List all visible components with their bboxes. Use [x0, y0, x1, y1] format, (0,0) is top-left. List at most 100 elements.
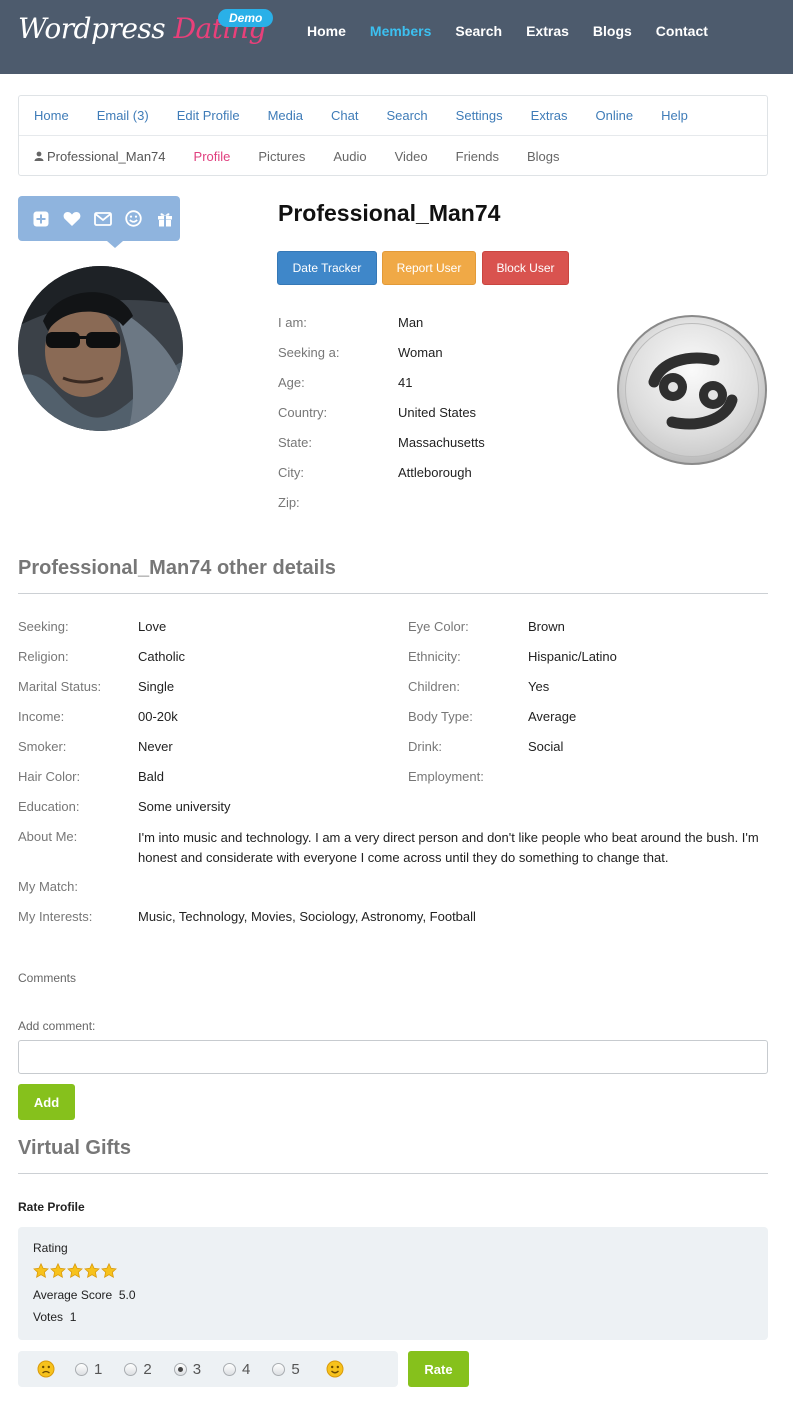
rate-option-2[interactable]: 2: [124, 1361, 152, 1378]
info-label: I am:: [278, 315, 307, 330]
detail-value: Never: [138, 739, 173, 754]
tab-friends[interactable]: Friends: [456, 149, 499, 164]
detail-label: Smoker:: [18, 739, 67, 754]
block-user-button[interactable]: Block User: [482, 251, 569, 285]
member-menu-help[interactable]: Help: [661, 108, 688, 123]
nav-extras[interactable]: Extras: [526, 23, 569, 39]
comment-input[interactable]: [18, 1040, 768, 1074]
member-menu: Home Email (3) Edit Profile Media Chat S…: [19, 96, 767, 136]
rate-radio[interactable]: [223, 1362, 237, 1376]
sad-face-icon: [37, 1360, 55, 1378]
detail-label: Eye Color:: [408, 619, 469, 634]
member-menu-extras[interactable]: Extras: [531, 108, 568, 123]
detail-value: Catholic: [138, 649, 185, 664]
nav-members[interactable]: Members: [370, 23, 431, 39]
member-menu-home[interactable]: Home: [34, 108, 69, 123]
detail-label: My Match:: [18, 879, 78, 894]
detail-value: Brown: [528, 619, 565, 634]
profile-username: Professional_Man74: [278, 200, 501, 226]
member-menu-media[interactable]: Media: [268, 108, 303, 123]
tab-video[interactable]: Video: [395, 149, 428, 164]
report-user-button[interactable]: Report User: [382, 251, 476, 285]
nav-blogs[interactable]: Blogs: [593, 23, 632, 39]
plus-square-icon: [33, 211, 48, 226]
profile-avatar[interactable]: [18, 266, 183, 431]
nav-search[interactable]: Search: [455, 23, 502, 39]
rate-option-label: 5: [291, 1360, 300, 1378]
detail-value: Music, Technology, Movies, Sociology, As…: [138, 909, 476, 924]
profile-actions-bar: [18, 196, 180, 248]
detail-label: Education:: [18, 799, 80, 814]
detail-label: Drink:: [408, 739, 442, 754]
rate-option-3[interactable]: 3: [173, 1361, 201, 1378]
info-label: Age:: [278, 375, 305, 390]
member-menu-search[interactable]: Search: [386, 108, 427, 123]
rate-option-4[interactable]: 4: [223, 1361, 250, 1378]
other-details: Seeking: Love Eye Color: Brown Religion: Ca…: [18, 619, 778, 939]
detail-row: Seeking: Love Eye Color: Brown: [18, 619, 778, 649]
wink-button[interactable]: [118, 208, 149, 230]
average-score-value: 5.0: [118, 1288, 136, 1302]
happy-face-icon: [326, 1360, 344, 1378]
send-message-button[interactable]: [87, 208, 118, 230]
star-icon: [101, 1262, 117, 1282]
detail-label: Children:: [408, 679, 461, 694]
info-row-city: City: Attleborough: [278, 465, 598, 495]
rate-radio[interactable]: [75, 1362, 88, 1376]
info-row-age: Age: 41: [278, 375, 598, 405]
votes-label: Votes: [33, 1310, 64, 1324]
detail-label: Religion:: [18, 649, 69, 664]
votes: Votes 1: [33, 1310, 753, 1324]
rating-stars: [33, 1262, 753, 1282]
avatar-photo: [18, 266, 183, 431]
tab-blogs[interactable]: Blogs: [527, 149, 560, 164]
add-favorite-button[interactable]: [25, 208, 56, 230]
zodiac-badge: [617, 315, 767, 465]
rate-button[interactable]: Rate: [408, 1351, 469, 1387]
member-menu-edit-profile[interactable]: Edit Profile: [177, 108, 240, 123]
rating-summary: Rating Average Score 5.0 Votes 1: [18, 1227, 768, 1340]
detail-label: Marital Status:: [18, 679, 102, 694]
zodiac-badge-inner: [625, 323, 759, 457]
detail-label: Income:: [18, 709, 65, 724]
demo-badge: Demo: [218, 9, 274, 27]
votes-value: 1: [69, 1310, 77, 1324]
rate-radio[interactable]: [272, 1362, 286, 1376]
info-value: Man: [398, 315, 424, 330]
detail-row-interests: My Interests: Music, Technology, Movies, …: [18, 909, 778, 939]
tab-audio[interactable]: Audio: [333, 149, 366, 164]
detail-row-about: About Me: I'm into music and technology. …: [18, 829, 778, 879]
date-tracker-button[interactable]: Date Tracker: [277, 251, 377, 285]
rate-radio[interactable]: [124, 1362, 138, 1376]
tab-pictures[interactable]: Pictures: [258, 149, 305, 164]
member-menu-online[interactable]: Online: [596, 108, 634, 123]
basic-info: I am: Man Seeking a: Woman Age: 41 Country:…: [278, 315, 598, 525]
detail-label: Employment:: [408, 769, 484, 784]
info-value: United States: [398, 405, 477, 420]
info-label: Country:: [278, 405, 328, 420]
user-icon: [34, 151, 44, 161]
info-label: Zip:: [278, 495, 300, 510]
info-value: Massachusetts: [398, 435, 485, 450]
rate-option-5[interactable]: 5: [272, 1360, 300, 1378]
member-menu-settings[interactable]: Settings: [456, 108, 503, 123]
send-gift-button[interactable]: [149, 208, 180, 230]
rate-selector: 1 2 3 4 5: [18, 1351, 398, 1387]
tab-profile[interactable]: Profile: [194, 149, 231, 164]
rate-radio-selected[interactable]: [173, 1362, 187, 1376]
member-menu-email[interactable]: Email (3): [97, 108, 149, 123]
nav-contact[interactable]: Contact: [656, 23, 708, 39]
add-comment-button[interactable]: Add: [18, 1084, 75, 1120]
detail-value: Bald: [138, 769, 165, 784]
detail-value: Yes: [528, 679, 550, 694]
member-menu-chat[interactable]: Chat: [331, 108, 358, 123]
nav-home[interactable]: Home: [307, 23, 346, 39]
info-row-state: State: Massachusetts: [278, 435, 598, 465]
average-score: Average Score 5.0: [33, 1288, 753, 1302]
average-score-label: Average Score: [33, 1288, 113, 1302]
profile-username-tab: Professional_Man74: [47, 148, 166, 164]
rate-option-1[interactable]: 1: [75, 1361, 102, 1378]
detail-row-education: Education: Some university: [18, 799, 778, 829]
divider: [18, 593, 768, 594]
like-button[interactable]: [56, 208, 87, 230]
